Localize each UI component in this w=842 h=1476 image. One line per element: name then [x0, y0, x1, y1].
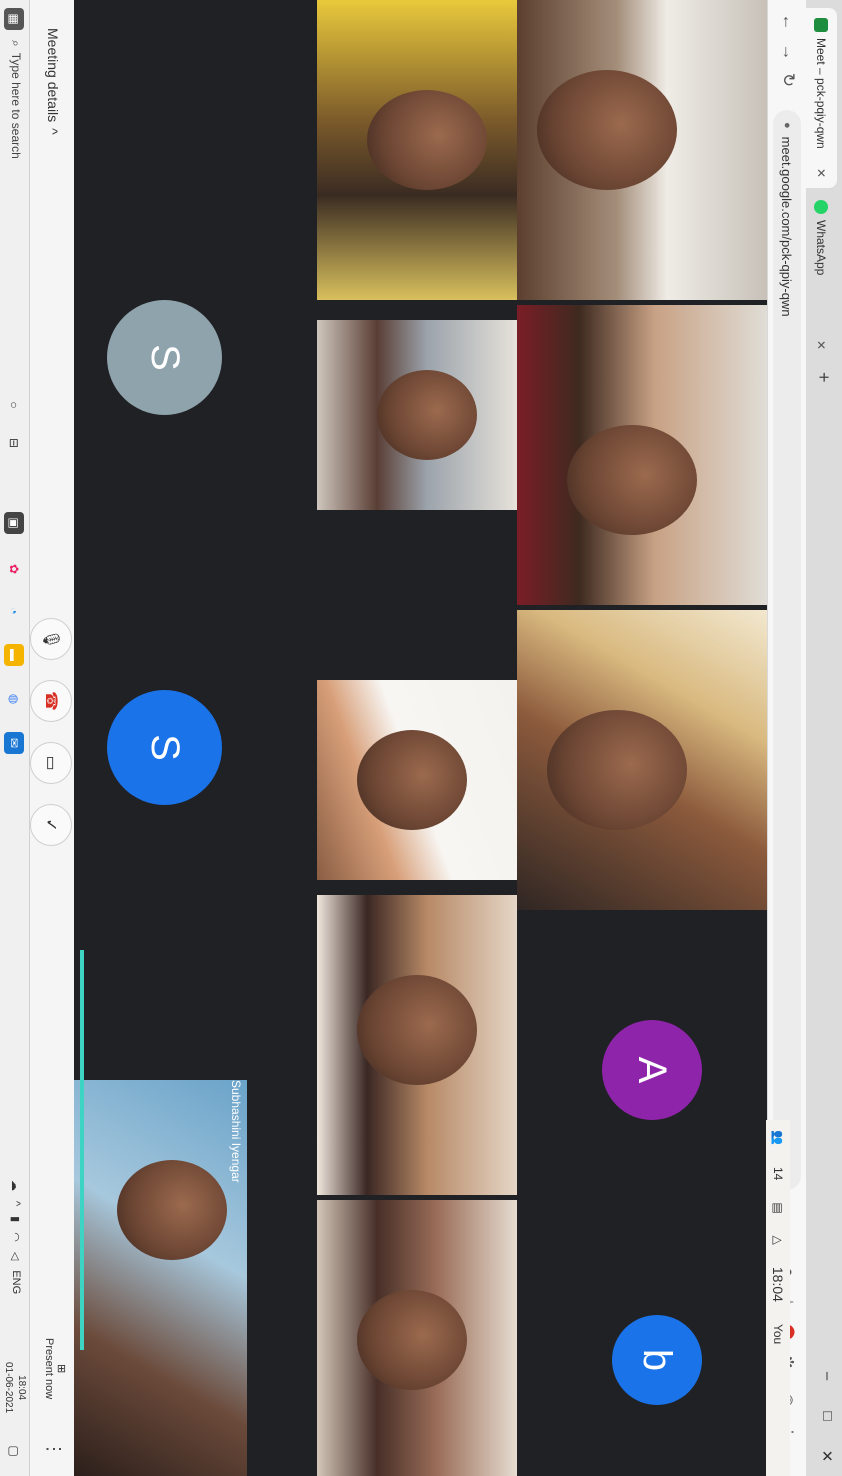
meeting-controls-bar: Meeting details ^ 🎙 ☎ ▭ ✓ ⊞ Present now … — [30, 0, 74, 1476]
end-call-icon: ☎ — [42, 691, 59, 711]
check-icon: ✓ — [42, 818, 59, 832]
system-tray: ☁ ^ ▮ ◠ ◁ ENG — [9, 1180, 22, 1294]
maximize-button[interactable]: □ — [819, 1396, 836, 1436]
participant-face — [377, 370, 477, 460]
more-options-button[interactable]: ✓ — [30, 804, 72, 846]
search-placeholder: Type here to search — [9, 52, 23, 159]
present-now-label: Present now — [43, 1338, 55, 1400]
chat-icon[interactable]: ▤ — [771, 1202, 785, 1213]
tab-meet[interactable]: Meet – pck-pqiy-qwn ✕ — [806, 8, 837, 188]
clock-date: 01-06-2021 — [3, 1362, 14, 1414]
participant-face — [357, 975, 477, 1085]
reload-icon[interactable]: ↻ — [778, 66, 798, 94]
chrome-icon[interactable]: ◍ — [4, 688, 24, 710]
video-camera-icon: ▭ — [42, 755, 59, 771]
present-now-button[interactable]: ⊞ Present now — [43, 1338, 68, 1399]
cortana-icon[interactable]: ○ — [4, 394, 24, 416]
taskbar-clock[interactable]: 18:04 01-06-2021 — [2, 1362, 28, 1413]
participant-tile[interactable]: S ▮ — [74, 545, 317, 945]
active-speaker-bar — [80, 950, 84, 1350]
chevron-up-icon: ^ — [45, 128, 61, 135]
search-icon: ⌕ — [9, 40, 23, 47]
notifications-icon[interactable]: ▢ — [4, 1440, 24, 1462]
people-icon[interactable]: 👥 — [771, 1130, 785, 1145]
weather-icon[interactable]: ☁ — [9, 1180, 22, 1191]
participant-tile[interactable]: b — [517, 1220, 767, 1476]
language-indicator[interactable]: ENG — [9, 1270, 22, 1294]
file-explorer-icon[interactable]: ▬ — [4, 644, 24, 666]
whatsapp-favicon-icon — [814, 200, 829, 214]
browser-window: Meet – pck-pqiy-qwn ✕ WhatsApp ✕ + – □ ✕… — [0, 0, 842, 1476]
participant-tile[interactable] — [317, 0, 517, 300]
participant-avatar-b: b — [612, 1315, 702, 1405]
volume-icon[interactable]: ◁ — [9, 1252, 22, 1260]
minimize-button[interactable]: – — [819, 1356, 836, 1396]
tab-meet-label: Meet – pck-pqiy-qwn — [814, 38, 829, 149]
task-view-icon[interactable]: ⊟ — [4, 432, 24, 454]
tab-whatsapp[interactable]: WhatsApp ✕ — [806, 190, 837, 360]
participant-tile[interactable] — [517, 610, 767, 910]
meet-favicon-icon — [814, 18, 829, 32]
participant-tile[interactable]: A — [517, 915, 767, 1215]
microphone-button[interactable]: 🎙 — [30, 618, 72, 660]
self-view-label: You — [771, 1323, 785, 1345]
participant-tile-active[interactable]: Subhashini Iyengar — [74, 1080, 247, 1476]
participant-face — [537, 70, 677, 190]
tab-strip: Meet – pck-pqiy-qwn ✕ WhatsApp ✕ + – □ ✕ — [806, 0, 842, 1476]
participant-tile[interactable] — [317, 320, 517, 510]
participant-tile[interactable] — [517, 305, 767, 605]
participant-face — [547, 710, 687, 830]
close-tab-icon[interactable]: ✕ — [815, 168, 829, 178]
taskbar-search[interactable]: ⌕ Type here to search — [8, 40, 23, 159]
meet-clock: 18:04 — [770, 1266, 786, 1302]
new-tab-button[interactable]: + — [813, 372, 834, 383]
activities-icon[interactable]: △ — [771, 1236, 785, 1245]
participant-tile[interactable] — [317, 680, 517, 880]
app-pinwheel-icon[interactable]: ✿ — [4, 558, 24, 580]
show-hidden-icons-icon[interactable]: ^ — [9, 1201, 22, 1206]
windows-taskbar: ▦ ⌕ Type here to search ○ ⊟ ▣ ✿ ◔ ▬ ◍ ✉ … — [0, 0, 30, 1476]
participant-avatar-s: S — [107, 300, 222, 415]
participant-avatar-s: S — [107, 690, 222, 805]
participant-tile[interactable] — [317, 895, 517, 1195]
active-speaker-name: Subhashini Iyengar — [229, 1080, 243, 1183]
participant-face — [357, 1290, 467, 1390]
outlook-icon[interactable]: ✉ — [4, 732, 24, 754]
edge-icon[interactable]: ◔ — [4, 600, 24, 622]
forward-icon[interactable]: → — [778, 38, 798, 66]
meeting-details-label: Meeting details — [45, 28, 61, 123]
present-icon: ⊞ — [55, 1363, 67, 1374]
wifi-icon[interactable]: ◠ — [9, 1232, 22, 1242]
close-window-button[interactable]: ✕ — [818, 1436, 836, 1476]
people-count: 14 — [771, 1166, 785, 1181]
end-call-button[interactable]: ☎ — [30, 680, 72, 722]
participant-tile[interactable]: S — [74, 0, 317, 540]
tab-whatsapp-label: WhatsApp — [814, 220, 829, 276]
meet-grid: A b S S ▮ Subhashini Iyeng — [74, 0, 767, 1476]
microphone-icon: 🎙 — [42, 628, 59, 650]
participant-avatar-a: A — [602, 1020, 702, 1120]
participant-face — [117, 1160, 227, 1260]
participant-face — [367, 90, 487, 190]
participant-tile[interactable] — [517, 0, 767, 300]
meeting-details-button[interactable]: Meeting details ^ — [45, 28, 61, 135]
address-bar[interactable]: ● meet.google.com/pck-qpiy-qwn — [773, 110, 801, 1190]
url-text: meet.google.com/pck-qpiy-qwn — [779, 136, 795, 317]
store-icon[interactable]: ▣ — [4, 512, 24, 534]
back-icon[interactable]: ← — [778, 8, 798, 36]
photo-of-screen: Meet – pck-pqiy-qwn ✕ WhatsApp ✕ + – □ ✕… — [0, 0, 842, 1476]
camera-button[interactable]: ▭ — [30, 742, 72, 784]
more-menu-icon[interactable]: ⋮ — [43, 1440, 64, 1458]
close-tab-icon[interactable]: ✕ — [815, 340, 829, 350]
meet-top-bar: 👥 14 ▤ △ 18:04 You — [766, 1120, 790, 1476]
lock-icon: ● — [781, 122, 793, 129]
battery-icon[interactable]: ▮ — [9, 1216, 22, 1222]
participant-tile[interactable] — [317, 1200, 517, 1476]
clock-time: 18:04 — [16, 1375, 27, 1401]
participant-face — [357, 730, 467, 830]
participant-face — [567, 425, 697, 535]
start-windows-icon[interactable]: ▦ — [4, 8, 24, 30]
